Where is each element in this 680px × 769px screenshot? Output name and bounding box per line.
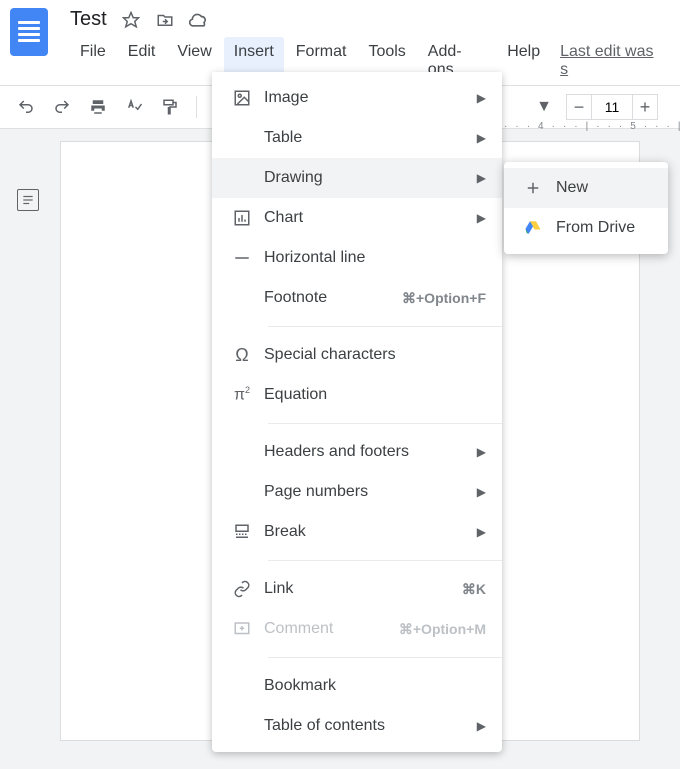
menu-item-label: Link: [264, 580, 462, 598]
star-icon[interactable]: [121, 10, 141, 30]
menu-item-label: Table of contents: [264, 717, 477, 735]
insert-special-characters[interactable]: Ω Special characters: [212, 335, 502, 375]
cloud-status-icon[interactable]: [189, 10, 209, 30]
dropdown-arrow-icon[interactable]: ▼: [536, 98, 552, 116]
omega-icon: Ω: [228, 345, 256, 366]
insert-comment: Comment⌘+Option+M: [212, 609, 502, 649]
image-icon: [228, 89, 256, 107]
menu-separator: [268, 560, 502, 561]
menu-item-label: Image: [264, 89, 477, 107]
menu-file[interactable]: File: [70, 37, 116, 85]
last-edit-link[interactable]: Last edit was s: [552, 37, 670, 85]
menu-separator: [268, 423, 502, 424]
chart-icon: [228, 209, 256, 227]
submenu-arrow-icon: ▶: [477, 525, 486, 539]
insert-menu: Image▶Table▶Drawing▶Chart▶Horizontal lin…: [212, 72, 502, 752]
move-icon[interactable]: [155, 10, 175, 30]
plus-icon: [520, 179, 546, 197]
menu-item-label: Break: [264, 523, 477, 541]
menu-item-label: Headers and footers: [264, 443, 477, 461]
drawing-from-drive[interactable]: From Drive: [504, 208, 668, 248]
menu-item-label: Table: [264, 129, 477, 147]
shortcut-label: ⌘+Option+M: [399, 621, 486, 638]
insert-bookmark[interactable]: Bookmark: [212, 666, 502, 706]
insert-chart[interactable]: Chart▶: [212, 198, 502, 238]
submenu-arrow-icon: ▶: [477, 131, 486, 145]
drawing-new[interactable]: New: [504, 168, 668, 208]
menu-separator: [268, 657, 502, 658]
submenu-arrow-icon: ▶: [477, 91, 486, 105]
insert-link[interactable]: Link⌘K: [212, 569, 502, 609]
print-button[interactable]: [84, 93, 112, 121]
drive-icon: [520, 219, 546, 237]
shortcut-label: ⌘+Option+F: [402, 290, 486, 307]
menu-item-label: Chart: [264, 209, 477, 227]
insert-horizontal-line[interactable]: Horizontal line: [212, 238, 502, 278]
docs-logo[interactable]: [10, 8, 48, 56]
menu-edit[interactable]: Edit: [118, 37, 166, 85]
spellcheck-button[interactable]: [120, 93, 148, 121]
ruler: ···4···|···5···|···6···|···7···|: [500, 116, 680, 136]
break-icon: [228, 523, 256, 541]
insert-page-numbers[interactable]: Page numbers▶: [212, 472, 502, 512]
comment-icon: [228, 620, 256, 638]
submenu-arrow-icon: ▶: [477, 719, 486, 733]
menu-item-label: Special characters: [264, 346, 486, 364]
submenu-arrow-icon: ▶: [477, 485, 486, 499]
drawing-submenu: New From Drive: [504, 162, 668, 254]
pi-icon: π2: [228, 385, 256, 404]
undo-button[interactable]: [12, 93, 40, 121]
insert-footnote[interactable]: Footnote⌘+Option+F: [212, 278, 502, 318]
paint-format-button[interactable]: [156, 93, 184, 121]
menu-item-label: Bookmark: [264, 677, 486, 695]
document-title[interactable]: Test: [70, 8, 107, 31]
insert-image[interactable]: Image▶: [212, 78, 502, 118]
insert-table-of-contents[interactable]: Table of contents▶: [212, 706, 502, 746]
outline-icon[interactable]: [17, 189, 39, 211]
redo-button[interactable]: [48, 93, 76, 121]
menu-item-label: Comment: [264, 620, 399, 638]
menu-item-label: Page numbers: [264, 483, 477, 501]
hline-icon: [228, 249, 256, 267]
submenu-label: From Drive: [556, 219, 635, 237]
insert-drawing[interactable]: Drawing▶: [212, 158, 502, 198]
menu-item-label: Equation: [264, 386, 486, 404]
menu-item-label: Footnote: [264, 289, 402, 307]
submenu-arrow-icon: ▶: [477, 171, 486, 185]
submenu-arrow-icon: ▶: [477, 445, 486, 459]
insert-break[interactable]: Break▶: [212, 512, 502, 552]
menu-separator: [268, 326, 502, 327]
insert-equation[interactable]: π2 Equation: [212, 375, 502, 415]
submenu-arrow-icon: ▶: [477, 211, 486, 225]
menu-item-label: Horizontal line: [264, 249, 486, 267]
insert-headers-and-footers[interactable]: Headers and footers▶: [212, 432, 502, 472]
submenu-label: New: [556, 179, 588, 197]
toolbar-separator: [196, 96, 197, 118]
menu-help[interactable]: Help: [497, 37, 550, 85]
menu-item-label: Drawing: [264, 169, 477, 187]
insert-table[interactable]: Table▶: [212, 118, 502, 158]
link-icon: [228, 580, 256, 598]
shortcut-label: ⌘K: [462, 581, 486, 598]
